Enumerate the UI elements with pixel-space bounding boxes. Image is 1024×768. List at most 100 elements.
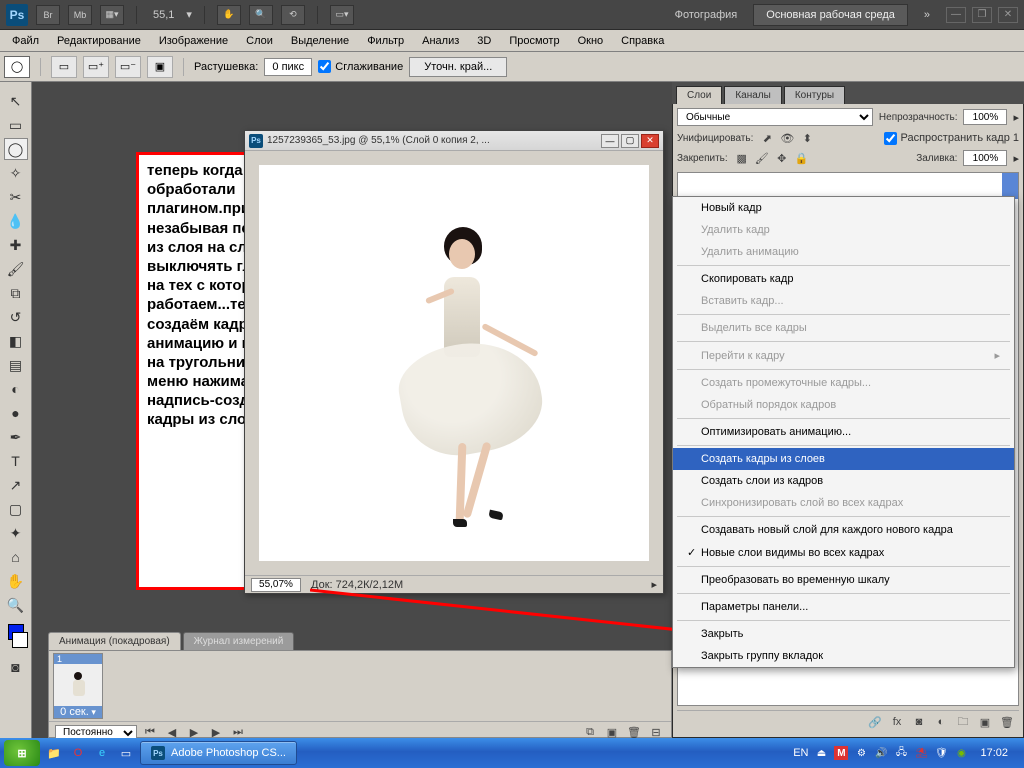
lock-pixels-icon[interactable]: 🖌 [754,150,770,166]
ql-opera-icon[interactable]: O [68,743,88,763]
marquee-tool-icon[interactable]: ▭ [4,114,28,136]
opacity-arrow-icon[interactable]: ▸ [1013,111,1019,124]
wand-tool-icon[interactable]: ✧ [4,162,28,184]
eraser-tool-icon[interactable]: ◧ [4,330,28,352]
tray-safely-remove-icon[interactable]: ⏏ [814,746,828,760]
menu-file[interactable]: Файл [4,32,47,50]
tray-update-icon[interactable]: ⚙ [854,746,868,760]
doc-maximize-button[interactable]: ▢ [621,134,639,148]
gradient-tool-icon[interactable]: ▤ [4,354,28,376]
stamp-tool-icon[interactable]: ⧉ [4,282,28,304]
antialias-checkbox[interactable]: Сглаживание [318,60,403,73]
taskbar-photoshop-button[interactable]: PsAdobe Photoshop CS... [140,741,297,765]
lang-indicator[interactable]: EN [793,747,808,759]
menu-item[interactable]: Создать слои из кадров [673,470,1014,492]
layer-mask-icon[interactable]: ◙ [911,714,927,730]
unify-vis-icon[interactable]: 👁 [779,130,795,146]
close-window-button[interactable]: ✕ [998,7,1018,23]
first-frame-button[interactable]: ⏮ [141,725,159,739]
tab-measurement-log[interactable]: Журнал измерений [183,632,295,650]
current-tool-icon[interactable]: ◯ [4,56,30,78]
heal-tool-icon[interactable]: ✚ [4,234,28,256]
frame-delay[interactable]: 0 сек. ▾ [54,706,102,718]
adjustment-layer-icon[interactable]: ◐ [933,714,949,730]
hand-tool-icon[interactable]: ✋ [4,570,28,592]
lock-trans-icon[interactable]: ▩ [734,150,750,166]
prev-frame-button[interactable]: ◀ [163,725,181,739]
document-titlebar[interactable]: Ps 1257239365_53.jpg @ 55,1% (Слой 0 коп… [245,131,663,151]
screen-mode-button[interactable]: ▭▾ [330,5,354,25]
history-brush-tool-icon[interactable]: ↺ [4,306,28,328]
menu-help[interactable]: Справка [613,32,672,50]
background-color-swatch[interactable] [12,632,28,648]
3d-camera-tool-icon[interactable]: ⌂ [4,546,28,568]
menu-edit[interactable]: Редактирование [49,32,149,50]
delete-frame-button[interactable]: 🗑 [625,725,643,739]
ql-folder-icon[interactable]: 📁 [44,743,64,763]
launch-mb-button[interactable]: Mb [68,5,92,25]
doc-minimize-button[interactable]: — [601,134,619,148]
convert-timeline-button[interactable]: ⊟ [647,725,665,739]
menu-3d[interactable]: 3D [469,32,499,50]
loop-select[interactable]: Постоянно [55,725,137,739]
menu-item[interactable]: Преобразовать во временную шкалу [673,569,1014,591]
unify-style-icon[interactable]: ⬍ [799,130,815,146]
next-frame-button[interactable]: ▶ [207,725,225,739]
menu-select[interactable]: Выделение [283,32,357,50]
tab-channels[interactable]: Каналы [724,86,782,104]
menu-item[interactable]: Закрыть [673,623,1014,645]
tray-nvidia-icon[interactable]: ◉ [954,746,968,760]
link-layers-icon[interactable]: 🔗 [867,714,883,730]
tray-m-icon[interactable]: M [834,746,848,760]
add-selection-icon[interactable]: ▭⁺ [83,56,109,78]
tray-volume-icon[interactable]: 🔊 [874,746,888,760]
menu-item[interactable]: Новый кадр [673,197,1014,219]
tab-paths[interactable]: Контуры [784,86,845,104]
menu-analysis[interactable]: Анализ [414,32,467,50]
intersect-selection-icon[interactable]: ▣ [147,56,173,78]
menu-item[interactable]: Параметры панели... [673,596,1014,618]
tab-layers[interactable]: Слои [676,86,722,104]
lock-all-icon[interactable]: 🔒 [794,150,810,166]
type-tool-icon[interactable]: T [4,450,28,472]
rotate-view-button[interactable]: ⟲ [281,5,305,25]
brush-tool-icon[interactable]: 🖌 [4,258,28,280]
doc-status-arrow-icon[interactable]: ▸ [651,578,657,591]
move-tool-icon[interactable]: ↖ [4,90,28,112]
feather-input[interactable] [264,58,312,76]
menu-item[interactable]: Закрыть группу вкладок [673,645,1014,667]
restore-window-button[interactable]: ❐ [972,7,992,23]
tray-shield-icon[interactable]: 🛡 [934,746,948,760]
more-workspaces-icon[interactable]: » [914,5,940,25]
eyedropper-tool-icon[interactable]: 💧 [4,210,28,232]
new-frame-button[interactable]: ▣ [603,725,621,739]
launch-bridge-button[interactable]: Br [36,5,60,25]
delete-layer-icon[interactable]: 🗑 [999,714,1015,730]
quickmask-tool-icon[interactable]: ◙ [4,656,28,678]
tween-button[interactable]: ⧉ [581,725,599,739]
blend-mode-select[interactable]: Обычные [677,108,873,126]
zoom-value[interactable]: 55,1 [153,9,174,21]
fill-input[interactable] [963,150,1007,166]
ql-desktop-icon[interactable]: ▭ [116,743,136,763]
path-tool-icon[interactable]: ↗ [4,474,28,496]
zoom-tool-icon[interactable]: 🔍 [4,594,28,616]
menu-view[interactable]: Просмотр [501,32,567,50]
menu-window[interactable]: Окно [570,32,612,50]
document-canvas[interactable] [259,165,649,561]
crop-tool-icon[interactable]: ✂ [4,186,28,208]
doc-close-button[interactable]: ✕ [641,134,659,148]
taskbar-clock[interactable]: 17:02 [974,747,1014,759]
workspace-switcher[interactable]: Основная рабочая среда [753,4,908,26]
pen-tool-icon[interactable]: ✒ [4,426,28,448]
menu-item[interactable]: ✓Новые слои видимы во всех кадрах [673,541,1014,564]
propagate-frame-checkbox[interactable]: Распространить кадр 1 [884,132,1019,145]
zoom-tool-button[interactable]: 🔍 [249,5,273,25]
play-button[interactable]: ▶ [185,725,203,739]
menu-item[interactable]: Создать кадры из слоев [673,448,1014,470]
fill-arrow-icon[interactable]: ▸ [1013,152,1019,165]
minimize-window-button[interactable]: — [946,7,966,23]
doc-zoom-input[interactable] [251,578,301,592]
new-layer-icon[interactable]: ▣ [977,714,993,730]
lock-pos-icon[interactable]: ✥ [774,150,790,166]
